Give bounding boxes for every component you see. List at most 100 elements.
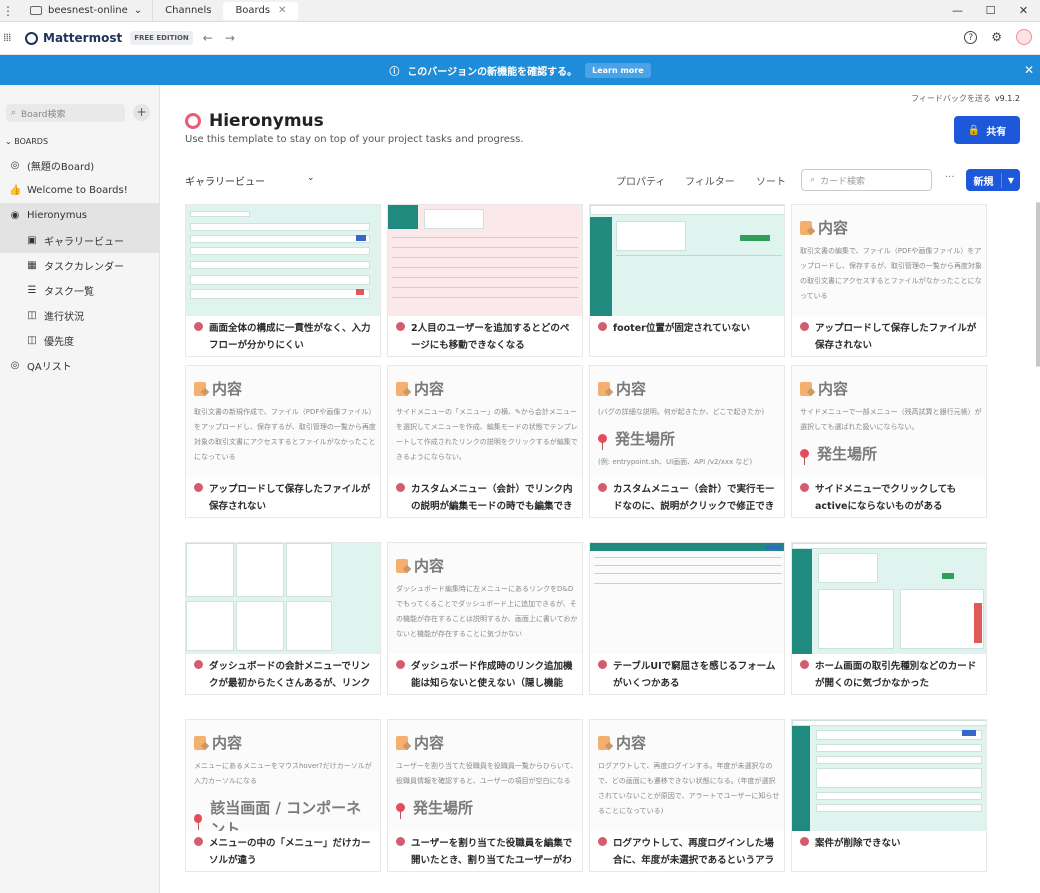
card-title-text: アップロードして保存したファイルが保存されない — [815, 323, 977, 351]
card-heading-text: 内容 — [212, 734, 243, 752]
card-preview-text: サイドメニューで一部メニュー（残高試算と銀行元帳）が選択しても選ばれた扱いになら… — [800, 408, 982, 431]
card-title: ダッシュボード作成時のリンク追加機能は知らないと使えない（隠し機能感） — [396, 658, 576, 694]
more-options-icon[interactable]: ··· — [945, 172, 955, 183]
card-heading: 内容 — [194, 732, 376, 753]
search-placeholder: Board検索 — [21, 109, 66, 120]
filter-button[interactable]: フィルター — [685, 173, 735, 188]
card-search-input[interactable]: ⌕ カード検索 — [801, 169, 932, 191]
gallery-card[interactable]: 内容 ログアウトして、再度ログインする。年度が未選択なので、どの画面にも遷移できな… — [589, 719, 785, 872]
sidebar-item-task-list[interactable]: ☰ タスク一覧 — [0, 278, 160, 303]
app-menu-icon[interactable]: ⋮ — [0, 4, 16, 18]
sidebar-item-untitled-board[interactable]: ◎ (無題のBoard) — [0, 153, 160, 178]
gallery-card[interactable]: 内容 (バグの詳細な説明。何が起きたか、どこで起きたか) 発生場所 (例: entry… — [589, 365, 785, 518]
sidebar-item-hieronymus[interactable]: ◉ Hieronymus — [0, 203, 160, 228]
settings-icon[interactable]: ⚙ — [991, 30, 1002, 44]
board-title[interactable]: Hieronymus — [185, 111, 324, 131]
search-icon: ⌕ — [11, 108, 17, 118]
tab-label: Boards — [235, 5, 271, 16]
feedback-link[interactable]: フィードバックを送る v9.1.2 — [911, 93, 1020, 104]
preview-block — [594, 565, 782, 566]
sidebar-item-progress[interactable]: ◫ 進行状況 — [0, 303, 160, 328]
card-title-text: ホーム画面の取引先種別などのカードが開くのに気づかなかった — [815, 661, 977, 689]
chevron-down-icon[interactable]: ▼ — [1002, 176, 1020, 185]
card-title: サイドメニューでクリックしてもactiveにならないものがある — [800, 481, 980, 515]
sidebar-item-welcome[interactable]: 👍 Welcome to Boards! — [0, 178, 160, 203]
gallery-card[interactable]: 内容 取引文書の新規作成で、ファイル（PDFや画像ファイル）をアップロードし、保存… — [185, 365, 381, 518]
pin-icon — [598, 434, 607, 450]
close-banner-icon[interactable]: ✕ — [1024, 63, 1034, 77]
preview-block — [594, 573, 782, 574]
gallery-card[interactable]: 内容 ユーザーを割り当てた役職員を役職員一覧からひらいて、役職員情報を確認すると、… — [387, 719, 583, 872]
search-placeholder: カード検索 — [820, 176, 866, 187]
sidebar-item-task-calendar[interactable]: ▦ タスクカレンダー — [0, 253, 160, 278]
gallery-card[interactable]: 2人目のユーザーを追加するとどのページにも移動できなくなる — [387, 204, 583, 357]
tab-boards[interactable]: Boards ✕ — [223, 1, 299, 20]
new-card-button[interactable]: 新規 ▼ — [966, 169, 1020, 191]
gallery-card[interactable]: 内容 ダッシュボード編集時に左メニューにあるリンクをD&Dでもってくることでダッシ… — [387, 542, 583, 695]
gallery-card[interactable]: 内容 サイドメニューで一部メニュー（残高試算と銀行元帳）が選択しても選ばれた扱いに… — [791, 365, 987, 518]
lock-icon: 🔒 — [967, 124, 981, 136]
avatar[interactable] — [1016, 29, 1032, 45]
target-icon — [185, 113, 201, 129]
maximize-button[interactable]: ☐ — [974, 0, 1007, 22]
board-content: フィードバックを送る v9.1.2 Hieronymus Use this tem… — [160, 85, 1040, 893]
card-preview-text: ダッシュボード編集時に左メニューにあるリンクをD&Dでもってくることでダッシュボ… — [396, 585, 578, 638]
boards-sidebar: ⌕ Board検索 + ⌄ BOARDS ◎ (無題のBoard) 👍 Welcome … — [0, 85, 160, 893]
product-menu-icon[interactable]: ⁞⁞⁞ — [3, 32, 17, 43]
gallery-card[interactable]: 内容 メニューにあるメニューをマウスhover?だけカーソルが入力カーソルになる該… — [185, 719, 381, 872]
learn-more-button[interactable]: Learn more — [585, 62, 651, 78]
card-heading: 発生場所 — [396, 797, 578, 819]
bug-icon — [598, 483, 607, 492]
properties-button[interactable]: プロパティ — [616, 173, 665, 188]
card-image-preview — [590, 205, 784, 316]
back-arrow-icon[interactable]: ← — [203, 31, 213, 45]
preview-block — [740, 235, 770, 241]
add-board-button[interactable]: + — [133, 104, 150, 121]
sidebar-item-label: (無題のBoard) — [27, 162, 95, 173]
scrollbar[interactable] — [1036, 202, 1040, 367]
preview-block — [392, 277, 578, 278]
preview-block — [356, 235, 366, 241]
preview-block — [816, 768, 982, 788]
thumbs-up-icon: 👍 — [9, 185, 22, 196]
view-toolbar: ギャラリービュー ⌄ プロパティ フィルター ソート ⌕ カード検索 ··· 新規 ▼ — [185, 169, 1021, 191]
card-text-preview: 内容 ログアウトして、再度ログインする。年度が未選択なので、どの画面にも遷移できな… — [590, 720, 784, 831]
gallery-card[interactable]: テーブルUIで窮屈さを感じるフォームがいくつかある — [589, 542, 785, 695]
gallery-card[interactable]: footer位置が固定されていない — [589, 204, 785, 357]
board-search-input[interactable]: ⌕ Board検索 — [6, 104, 125, 122]
gallery-card[interactable]: ダッシュボードの会計メニューでリンクが最初からたくさんあるが、リンクであることに… — [185, 542, 381, 695]
bug-icon — [194, 660, 203, 669]
preview-block — [792, 549, 812, 654]
sort-button[interactable]: ソート — [756, 173, 786, 188]
preview-block — [900, 589, 984, 649]
new-label: 新規 — [966, 172, 1002, 188]
minimize-button[interactable]: — — [941, 0, 974, 22]
boards-section-header[interactable]: ⌄ BOARDS — [5, 137, 48, 146]
preview-block — [392, 297, 578, 298]
view-selector[interactable]: ギャラリービュー ⌄ — [185, 173, 315, 188]
forward-arrow-icon[interactable]: → — [225, 31, 235, 45]
preview-block — [766, 545, 782, 549]
gallery-card[interactable]: 内容 取引文書の編集で、ファイル（PDFや画像ファイル）をアップロードし、保存する… — [791, 204, 987, 357]
chevron-down-icon: ⌄ — [133, 5, 143, 16]
gallery-card[interactable]: 画面全体の構成に一貫性がなく、入力フローが分かりにくい — [185, 204, 381, 357]
share-button[interactable]: 🔒 共有 — [954, 116, 1020, 144]
card-preview-text: 取引文書の新規作成で、ファイル（PDFや画像ファイル）をアップロードし、保存する… — [194, 408, 376, 461]
sidebar-item-label: ギャラリービュー — [44, 237, 124, 248]
tab-channels[interactable]: Channels — [153, 2, 223, 20]
gallery-card[interactable]: 案件が削除できない — [791, 719, 987, 872]
card-heading: 内容 — [800, 217, 982, 238]
sidebar-item-priority[interactable]: ◫ 優先度 — [0, 328, 160, 353]
card-text-preview: 内容 ユーザーを割り当てた役職員を役職員一覧からひらいて、役職員情報を確認すると、… — [388, 720, 582, 831]
workspace-selector[interactable]: beesnest-online ⌄ — [16, 0, 154, 22]
help-icon[interactable]: ? — [964, 30, 978, 44]
gallery-card[interactable]: 内容 サイドメニューの「メニュー」の横、✎から会計メニューを選択してメニューを作成… — [387, 365, 583, 518]
board-description[interactable]: Use this template to stay on top of your… — [185, 134, 524, 145]
close-window-button[interactable]: ✕ — [1007, 0, 1040, 22]
preview-block — [392, 257, 578, 258]
sidebar-item-gallery-view[interactable]: ▣ ギャラリービュー — [0, 228, 160, 253]
sidebar-item-qa-list[interactable]: ◎ QAリスト — [0, 353, 160, 378]
close-icon[interactable]: ✕ — [278, 5, 286, 16]
gallery-card[interactable]: ホーム画面の取引先種別などのカードが開くのに気づかなかった — [791, 542, 987, 695]
preview-block — [816, 744, 982, 752]
